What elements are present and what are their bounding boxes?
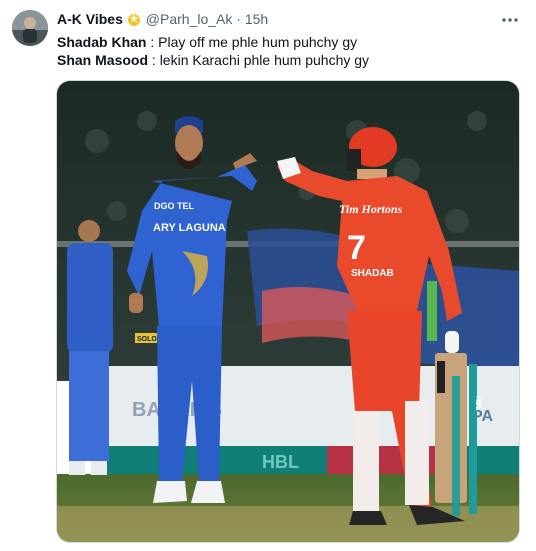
speaker-name: Shan Masood — [57, 52, 149, 68]
separator-dot: · — [236, 11, 241, 27]
jersey-sponsor: DGO TEL — [154, 201, 195, 211]
star-emoji-icon — [126, 11, 142, 27]
jersey-sponsor: Tim Hortons — [339, 202, 403, 216]
line-text: lekin Karachi phle hum puhchy gy — [159, 52, 370, 68]
jersey-name: SHADAB — [351, 268, 394, 279]
tweet-media-image[interactable]: BANKIES HBL PA DG — [56, 80, 520, 543]
avatar[interactable] — [12, 10, 48, 46]
line-text: Play off me phle hum puhchy gy — [158, 34, 358, 50]
stumps-text: HBL — [474, 396, 481, 411]
patch-text: SOLO — [137, 336, 157, 343]
cricket-photo: BANKIES HBL PA DG — [57, 81, 519, 542]
timestamp[interactable]: 15h — [245, 11, 268, 27]
board-text: HBL — [262, 452, 299, 472]
jersey-brand: ARY LAGUNA — [153, 222, 226, 234]
line-separator: : — [148, 52, 160, 68]
line-separator: : — [146, 34, 159, 50]
tweet-text-line-2: Shan Masood : lekin Karachi phle hum puh… — [57, 51, 369, 69]
tweet[interactable]: A-K Vibes @Parh_lo_Ak · 15h Shadab Khan … — [0, 0, 536, 551]
author-handle[interactable]: @Parh_lo_Ak — [146, 11, 233, 27]
tweet-text-line-1: Shadab Khan : Play off me phle hum puhch… — [57, 33, 357, 51]
tweet-header: A-K Vibes @Parh_lo_Ak · 15h — [57, 11, 268, 27]
more-horizontal-icon[interactable] — [500, 10, 520, 30]
speaker-name: Shadab Khan — [57, 34, 147, 50]
jersey-number: 7 — [347, 229, 366, 267]
author-name[interactable]: A-K Vibes — [57, 11, 123, 27]
background-player — [67, 220, 113, 475]
